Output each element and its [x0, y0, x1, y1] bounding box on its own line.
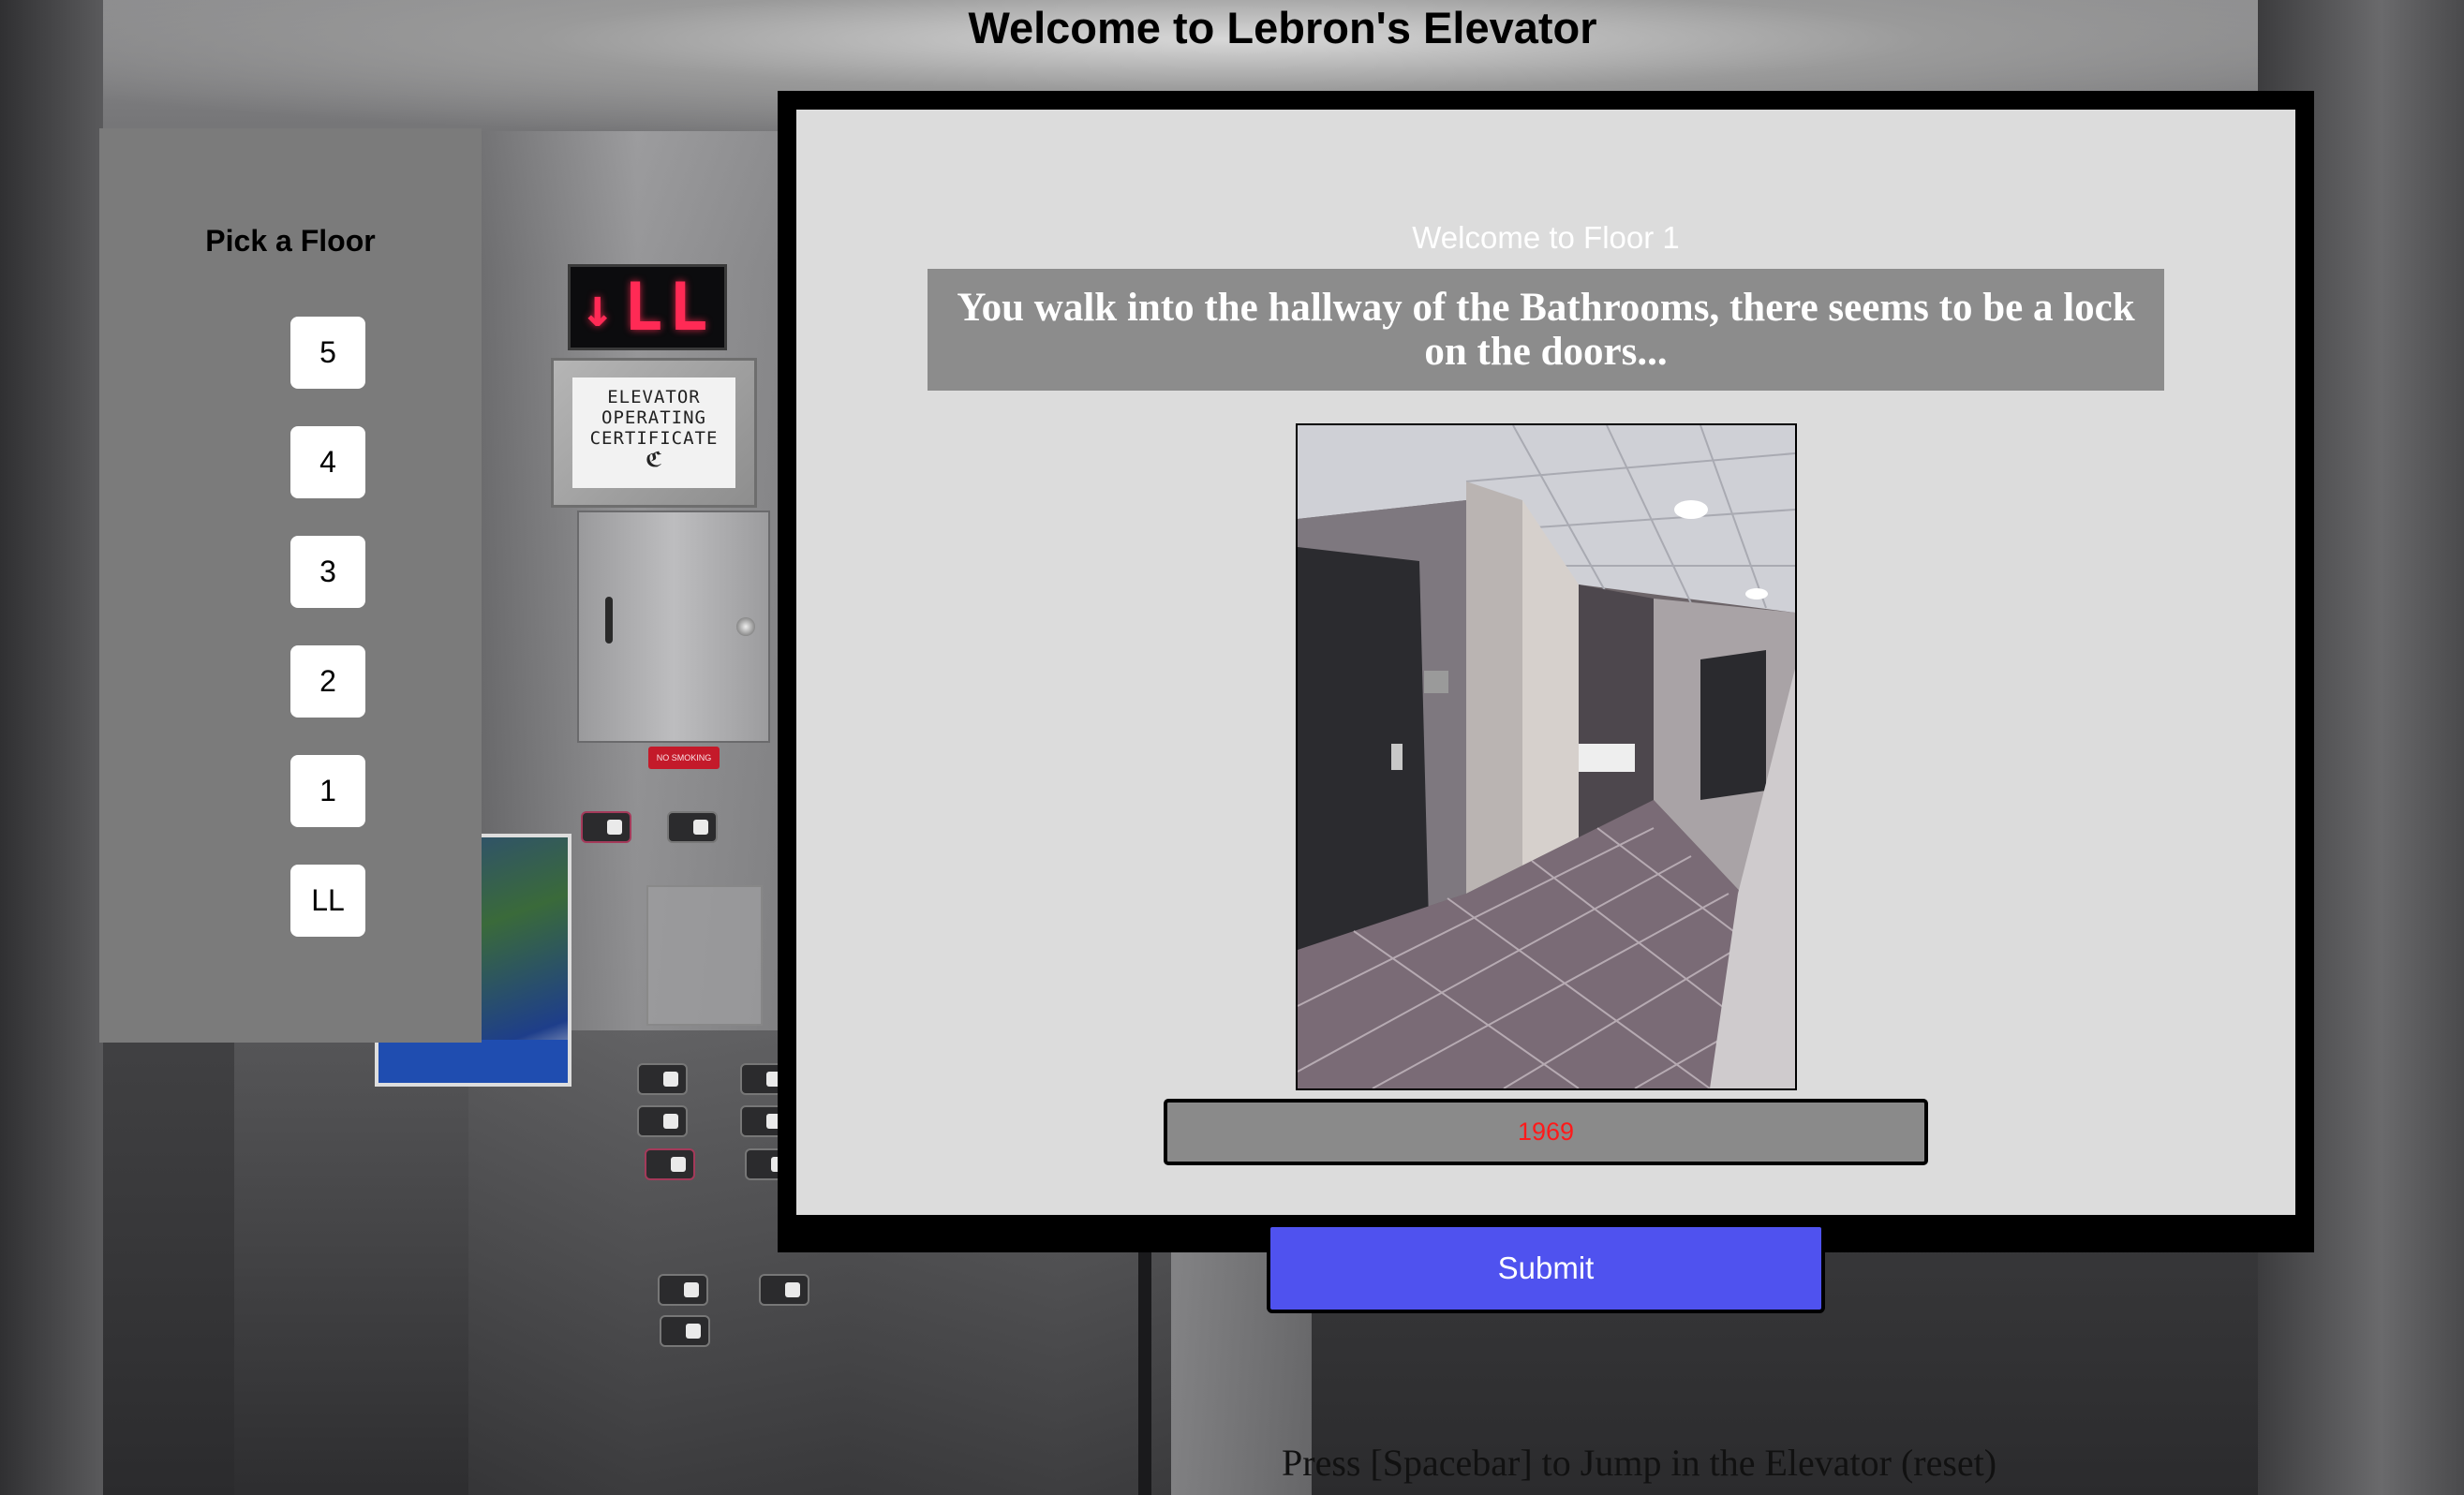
- floor-button-ll[interactable]: LL: [290, 865, 365, 937]
- alarm-button-photo: [581, 811, 631, 843]
- certificate-seal-icon: ℭ: [645, 449, 662, 472]
- floor-indicator-display: ↓ LL: [568, 264, 727, 350]
- floor-button-3[interactable]: 3: [290, 536, 365, 608]
- floor-modal: Welcome to Floor 1 You walk into the hal…: [778, 91, 2314, 1252]
- reset-hint: Press [Spacebar] to Jump in the Elevator…: [1282, 1442, 1997, 1484]
- certificate-line-3: CERTIFICATE: [589, 428, 719, 449]
- lock-icon: [736, 617, 755, 636]
- photo-floor-button: [645, 1148, 695, 1180]
- service-key-panel: [577, 511, 770, 743]
- floor-picker-panel: Pick a Floor 5 4 3 2 1 LL: [99, 128, 482, 1043]
- door-gap: [1138, 1246, 1151, 1495]
- floor-button-1[interactable]: 1: [290, 755, 365, 827]
- floor-button-5[interactable]: 5: [290, 317, 365, 389]
- certificate-line-2: OPERATING: [601, 407, 706, 428]
- down-arrow-icon: ↓: [581, 275, 615, 339]
- floor-indicator-value: LL: [623, 269, 714, 346]
- photo-door-button: [658, 1274, 708, 1306]
- no-smoking-sign: NO SMOKING: [648, 747, 720, 769]
- operating-certificate: ELEVATOR OPERATING CERTIFICATE ℭ: [572, 377, 735, 488]
- story-box: You walk into the hallway of the Bathroo…: [928, 269, 2164, 391]
- notice-card: [646, 885, 763, 1026]
- page-title: Welcome to Lebron's Elevator: [968, 3, 1597, 52]
- floor-button-4[interactable]: 4: [290, 426, 365, 498]
- floor-button-2[interactable]: 2: [290, 645, 365, 718]
- operating-certificate-frame: ELEVATOR OPERATING CERTIFICATE ℭ: [551, 358, 757, 508]
- submit-button[interactable]: Submit: [1267, 1223, 1825, 1313]
- story-text: You walk into the hallway of the Bathroo…: [957, 286, 2135, 374]
- answer-input[interactable]: [1164, 1099, 1928, 1165]
- photo-floor-button: [637, 1105, 688, 1137]
- key-slot: [605, 597, 613, 644]
- hallway-scene-icon: [1298, 425, 1795, 1088]
- phone-button-photo: [667, 811, 718, 843]
- floor-welcome-heading: Welcome to Floor 1: [1412, 220, 1680, 255]
- hallway-photo: [1296, 423, 1797, 1090]
- floor-modal-content: Welcome to Floor 1 You walk into the hal…: [796, 110, 2295, 1215]
- photo-door-button: [759, 1274, 809, 1306]
- certificate-line-1: ELEVATOR: [607, 387, 701, 407]
- left-wall: [0, 0, 103, 1495]
- photo-door-button: [660, 1315, 710, 1347]
- photo-floor-button: [637, 1063, 688, 1095]
- picker-title: Pick a Floor: [205, 224, 376, 258]
